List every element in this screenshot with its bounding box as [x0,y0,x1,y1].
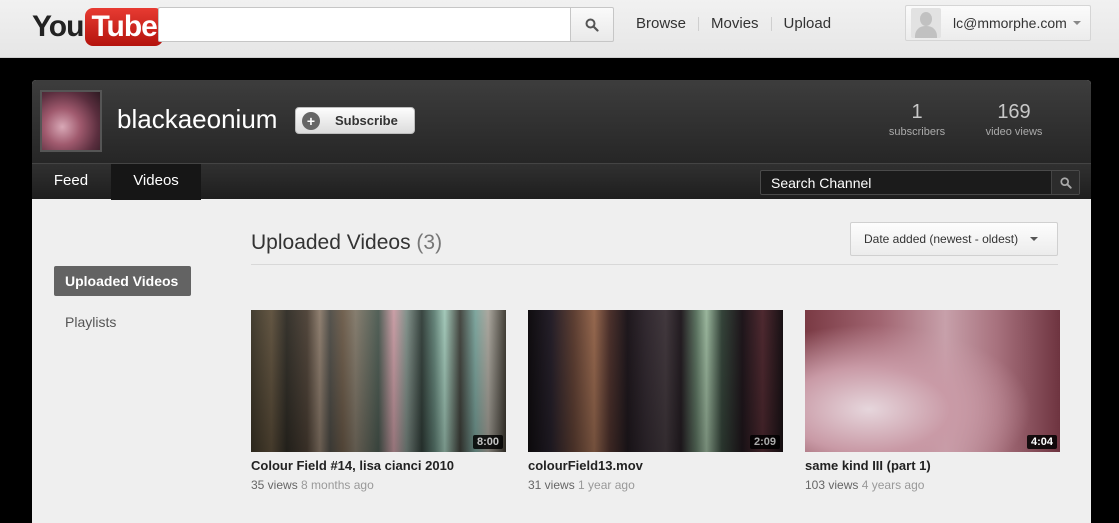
search-button[interactable] [570,7,614,42]
subscriber-label: subscribers [888,126,946,138]
video-thumbnail[interactable]: 4:04 [805,310,1060,452]
logo-tube-text: Tube [85,8,163,46]
view-count: 169 [997,101,1031,123]
channel-header: blackaeonium + Subscribe 1 subscribers 1… [32,80,1091,163]
channel-panel: blackaeonium + Subscribe 1 subscribers 1… [32,80,1091,523]
nav-browse-link[interactable]: Browse [636,15,686,32]
video-duration: 4:04 [1026,435,1057,449]
channel-search-input[interactable]: Search Channel [760,170,1080,195]
masthead: You Tube Browse Movies Upload lc@mmorphe… [0,0,1119,58]
video-age: 8 months ago [301,478,374,492]
video-count: (3) [416,231,443,254]
top-nav: Browse Movies Upload [636,15,831,32]
plus-icon: + [302,111,320,130]
page-title-text: Uploaded Videos [251,231,411,254]
search-input[interactable] [158,7,571,42]
user-email: lc@mmorphe.com [953,15,1067,31]
search-icon [585,18,599,32]
user-avatar [911,8,941,38]
search-icon [1059,176,1072,189]
nav-movies-link[interactable]: Movies [711,15,759,32]
video-views: 103 views [805,478,859,492]
video-card[interactable]: 2:09 colourField13.mov 31 views 1 year a… [528,310,783,492]
chevron-down-icon [1030,237,1039,241]
nav-separator [770,16,772,31]
channel-avatar[interactable] [40,90,102,152]
logo-you-text: You [32,10,84,43]
sidebar-item-playlists[interactable]: Playlists [65,314,116,330]
nav-separator [698,16,700,31]
nav-upload-link[interactable]: Upload [784,15,832,32]
divider [251,264,1058,265]
video-views: 35 views [251,478,298,492]
video-title[interactable]: same kind III (part 1) [805,458,1060,473]
video-meta: 31 views 1 year ago [528,478,783,492]
youtube-logo[interactable]: You Tube [32,8,163,46]
page-title: Uploaded Videos (3) [251,231,442,255]
video-duration: 8:00 [472,435,503,449]
video-title[interactable]: Colour Field #14, lisa cianci 2010 [251,458,506,473]
subscriber-stat: 1 subscribers [882,101,952,138]
subscribe-label: Subscribe [335,113,398,128]
tab-videos[interactable]: Videos [111,164,201,200]
chevron-down-icon [1072,21,1081,25]
channel-search-label: Search Channel [771,175,872,191]
video-views: 31 views [528,478,575,492]
channel-tabs: Feed Videos Search Channel [32,163,1091,200]
video-thumbnail[interactable]: 2:09 [528,310,783,452]
video-meta: 35 views 8 months ago [251,478,506,492]
account-menu-button[interactable]: lc@mmorphe.com [905,5,1091,41]
video-meta: 103 views 4 years ago [805,478,1060,492]
subscriber-count: 1 [911,101,923,123]
video-duration: 2:09 [749,435,780,449]
sort-label: Date added (newest - oldest) [864,232,1019,246]
subscribe-button[interactable]: + Subscribe [295,107,415,134]
video-age: 4 years ago [861,478,925,492]
video-title[interactable]: colourField13.mov [528,458,783,473]
video-age: 1 year ago [578,478,635,492]
tab-feed[interactable]: Feed [32,164,110,200]
sort-dropdown[interactable]: Date added (newest - oldest) [850,222,1058,256]
view-label: video views [985,126,1043,138]
sidebar-item-uploaded-videos[interactable]: Uploaded Videos [54,266,191,296]
video-card[interactable]: 8:00 Colour Field #14, lisa cianci 2010 … [251,310,506,492]
video-card[interactable]: 4:04 same kind III (part 1) 103 views 4 … [805,310,1060,492]
video-thumbnail[interactable]: 8:00 [251,310,506,452]
channel-search-button[interactable] [1051,171,1079,194]
channel-name[interactable]: blackaeonium [117,104,277,135]
views-stat: 169 video views [979,101,1049,138]
